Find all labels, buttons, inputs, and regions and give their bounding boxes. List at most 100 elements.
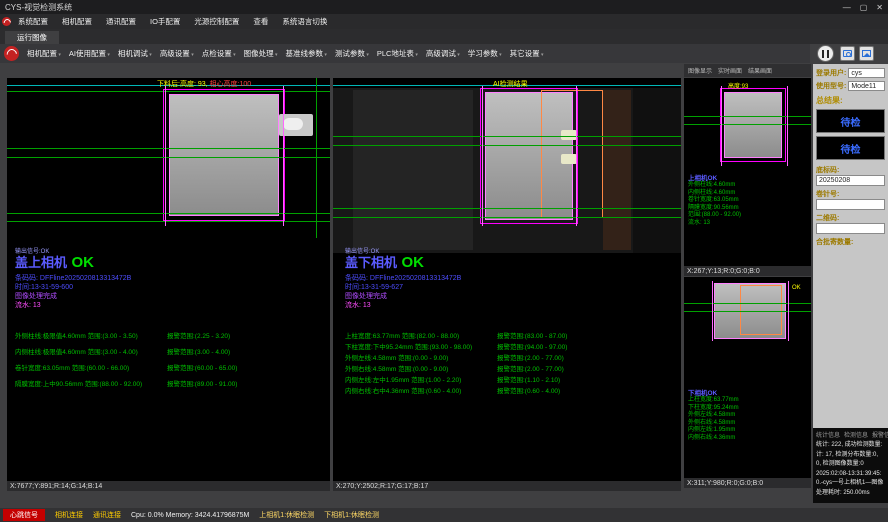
- tool-baseline-params[interactable]: 基准线参数: [282, 48, 331, 59]
- pause-button[interactable]: [817, 45, 834, 62]
- stats-tab[interactable]: 统计信息: [816, 430, 840, 439]
- menu-view[interactable]: 查看: [246, 16, 275, 27]
- tool-image-process[interactable]: 图像处理: [240, 48, 282, 59]
- serial-line: 流水: 13: [15, 301, 131, 310]
- tool-plc-address[interactable]: PLC地址表: [373, 48, 422, 59]
- left-camera-view[interactable]: 下料后:高度: 93, 相心高度:100 输出信号:OK 盖上相机 OK 条码码…: [7, 78, 330, 481]
- cpu-memory-status: Cpu: 0.0% Memory: 3424.41796875M: [131, 512, 249, 519]
- preview-line: 下柱宽度:95.24mm: [688, 405, 739, 413]
- login-label: 登录用户:: [816, 68, 846, 78]
- stats-tab[interactable]: 检测信息: [844, 430, 868, 439]
- measurement-alarm: 报警范围:(3.00 - 4.00): [167, 346, 230, 356]
- stats-line: 0, 检测图像数量:0: [816, 460, 885, 470]
- camera-capture-button[interactable]: [840, 46, 855, 61]
- left-view-coords: X:7677;Y:891;R:14;G:14;B:14: [7, 481, 330, 491]
- stats-line: 计: 17, 检测分布数量:0,: [816, 451, 885, 461]
- overlay-vline-green: [316, 78, 317, 238]
- preview-header-item[interactable]: 实时画面: [718, 66, 742, 75]
- menu-light-config[interactable]: 光源控制配置: [187, 16, 246, 27]
- result-ok-badge: OK: [71, 254, 94, 271]
- measurement-text: 内侧左线:左中1.95mm 范围:(1.00 - 2.20): [345, 374, 497, 384]
- menu-camera-config[interactable]: 相机配置: [55, 16, 99, 27]
- left-measurement-list: 外侧柱线:极限值4.60mm 范围:(3.00 - 3.50) 报警范围:(2.…: [15, 330, 237, 394]
- title-bar: CYS-视觉检测系统 — ▢ ✕: [0, 0, 888, 14]
- left-result-info: 条码码: DFFline2025020813313472B 时间:13-31-5…: [15, 274, 131, 310]
- tool-test-params[interactable]: 测试参数: [331, 48, 373, 59]
- preview-label: 高度:93: [728, 81, 748, 90]
- height-alert-label: 相心高度:100: [210, 81, 252, 88]
- login-value-field[interactable]: cys: [848, 68, 885, 78]
- measurement-alarm: 报警范围:(83.00 - 87.00): [497, 330, 567, 340]
- barcode-value-field[interactable]: 20250208: [816, 175, 885, 186]
- preview-top-view[interactable]: 高度:93 上相机OK 外侧柱线:4.60mm 内侧柱线:4.60mm 卷针宽度…: [684, 78, 811, 266]
- right-view-coords: X:270;Y:2502;R:17;G:17;B:17: [333, 481, 681, 491]
- time-line: 时间:13-31-59-600: [15, 283, 131, 292]
- tab-highlight: [283, 118, 303, 130]
- time-line: 时间:13-31-59-627: [345, 283, 461, 292]
- tool-ai-config[interactable]: AI使用配置: [65, 48, 114, 59]
- stats-line: 0.-cys一号上相机1—图像: [816, 479, 885, 489]
- weld-spot: [561, 130, 577, 140]
- right-camera-view[interactable]: AI检测结果 输出信号:OK 盖下相机 OK 条码码: DFFline20250…: [333, 78, 681, 481]
- preview-bottom-view[interactable]: OK 下相机OK 上柱宽度:63.77mm 下柱宽度:95.24mm 外侧左线:…: [684, 277, 811, 478]
- tab-run-image[interactable]: 运行图像: [5, 31, 59, 44]
- measurement-alarm: 报警范围:(1.10 - 2.10): [497, 374, 560, 384]
- overlay-hline: [7, 157, 330, 158]
- preview-header-item[interactable]: 图像显示: [688, 66, 712, 75]
- model-label: 使用型号:: [816, 81, 846, 91]
- right-result-info: 条码码: DFFline2025020813313472B 时间:13-31-5…: [345, 274, 461, 310]
- measurement-text: 下柱宽度:下中95.24mm 范围:(93.00 - 98.00): [345, 341, 497, 351]
- menu-io-config[interactable]: IO手配置: [143, 16, 187, 27]
- tool-spot-check[interactable]: 点检设置: [198, 48, 240, 59]
- measurement-alarm: 报警范围:(89.00 - 91.00): [167, 378, 237, 388]
- preview-header: 图像显示 实时画面 结果画面: [684, 64, 811, 77]
- measurement-row: 外侧左线:4.58mm 范围:(0.00 - 9.00) 报警范围:(2.00 …: [345, 352, 567, 363]
- preview-result-title: 上相机OK: [688, 172, 717, 182]
- preview-line: 外侧右线:4.58mm: [688, 420, 739, 428]
- total-result-label: 总结果:: [816, 95, 885, 106]
- qr-value-field[interactable]: [816, 223, 885, 234]
- maximize-icon[interactable]: ▢: [860, 3, 868, 12]
- tool-learning-params[interactable]: 学习参数: [464, 48, 506, 59]
- camera-name: 盖上相机: [15, 255, 67, 270]
- tool-advanced-debug[interactable]: 高级调试: [422, 48, 464, 59]
- camera-icon: [843, 50, 852, 57]
- stats-panel: 统计信息 检测信息 报警信息 统计: 222, 成功检测数量: 计: 17, 检…: [813, 428, 888, 503]
- image-save-button[interactable]: [859, 46, 874, 61]
- stats-line: 2025:02:08-13:31:39:45:: [816, 470, 885, 480]
- right-result-title: 盖下相机 OK: [345, 252, 424, 272]
- overlay-hline: [7, 213, 330, 214]
- measurement-row: 内侧左线:左中1.95mm 范围:(1.00 - 2.20) 报警范围:(1.1…: [345, 374, 567, 385]
- product-image: [169, 94, 279, 216]
- overlay-hline: [684, 311, 811, 312]
- measurement-text: 外侧柱线:极限值4.60mm 范围:(3.00 - 3.50): [15, 330, 167, 340]
- serial-line: 流水: 13: [345, 301, 461, 310]
- tool-camera-debug[interactable]: 相机调试: [114, 48, 156, 59]
- preview-bottom-coords: X:311;Y:980;R:0;G:0;B:0: [684, 478, 811, 488]
- overlay-vline-pink: [482, 86, 483, 226]
- right-measurement-list: 上柱宽度:63.77mm 范围:(82.00 - 88.00) 报警范围:(83…: [345, 330, 567, 396]
- stats-tab[interactable]: 报警信息: [872, 430, 888, 439]
- preview-measurements: 上柱宽度:63.77mm 下柱宽度:95.24mm 外侧左线:4.58mm 外侧…: [688, 397, 739, 442]
- menu-language-switch[interactable]: 系统语言切换: [275, 16, 334, 27]
- side-panel: 登录用户: cys 使用型号: Mode11 总结果: 待检 待检 底标码: 2…: [813, 64, 888, 428]
- measurement-row: 卷针宽度:63.05mm 范围:(60.00 - 66.00) 报警范围:(60…: [15, 362, 237, 378]
- model-value-field[interactable]: Mode11: [848, 81, 885, 91]
- batch-label: 合批寄数量:: [816, 237, 885, 247]
- menu-comm-config[interactable]: 通讯配置: [99, 16, 143, 27]
- status-bar: 心跳信号 相机连接 通讯连接 Cpu: 0.0% Memory: 3424.41…: [0, 508, 888, 522]
- close-icon[interactable]: ✕: [876, 3, 883, 12]
- preview-label: OK: [792, 285, 801, 291]
- tool-other-settings[interactable]: 其它设置: [506, 48, 548, 59]
- preview-header-item[interactable]: 结果画面: [748, 66, 772, 75]
- tool-advanced-settings[interactable]: 高级设置: [156, 48, 198, 59]
- preview-line: 外侧柱线:4.60mm: [688, 182, 741, 190]
- pin-value-field[interactable]: [816, 199, 885, 210]
- minimize-icon[interactable]: —: [843, 3, 851, 12]
- tool-camera-config[interactable]: 相机配置: [23, 48, 65, 59]
- lower-camera-status: 下相机1:休眠检测: [324, 510, 379, 520]
- overlay-vline-pink: [712, 281, 713, 341]
- menu-bar: 系统配置 相机配置 通讯配置 IO手配置 光源控制配置 查看 系统语言切换: [0, 14, 888, 29]
- preview-line: 卷针宽度:63.05mm: [688, 197, 741, 205]
- menu-system-config[interactable]: 系统配置: [11, 16, 55, 27]
